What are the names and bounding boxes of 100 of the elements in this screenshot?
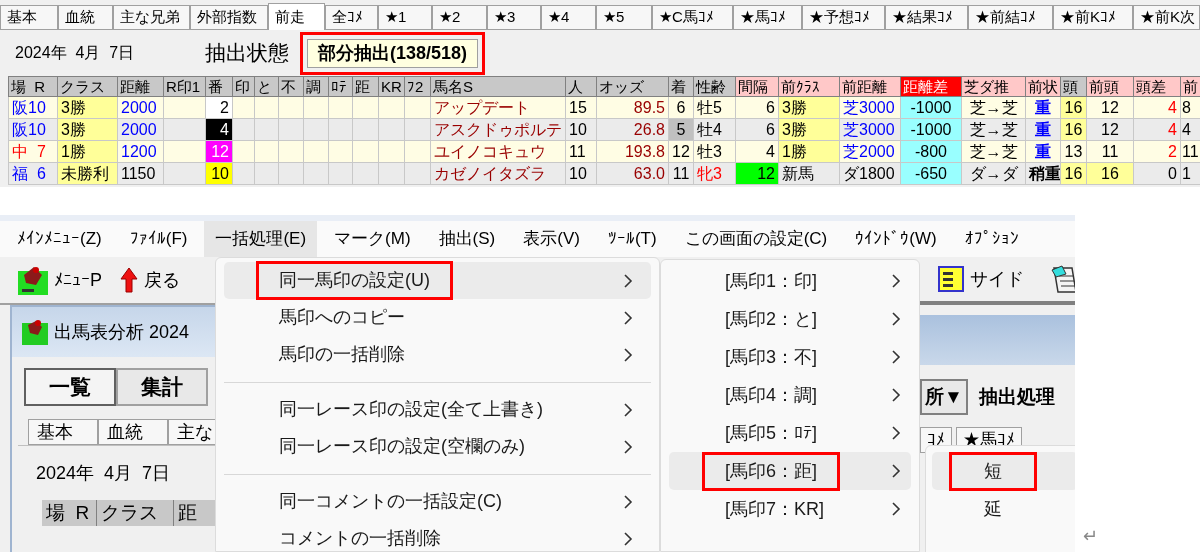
- chevron-icon: [624, 273, 633, 288]
- tab[interactable]: ★C馬ｺﾒ: [652, 5, 733, 30]
- tab[interactable]: ★4: [541, 5, 596, 30]
- column-header: 印: [232, 76, 255, 97]
- tab[interactable]: ★予想ｺﾒ: [802, 5, 885, 30]
- table-cell: 4: [1133, 96, 1181, 119]
- table-cell: 2000: [117, 96, 164, 119]
- tab[interactable]: 主な: [168, 419, 215, 445]
- menu-bar-item[interactable]: 抽出(S): [427, 221, 507, 257]
- menu-item[interactable]: 同一レース印の設定(全て上書き): [224, 391, 651, 428]
- chevron-icon: [892, 388, 901, 402]
- menu-item[interactable]: 馬印へのコピー: [224, 299, 651, 336]
- table-cell: 2: [1133, 140, 1181, 163]
- table-cell: 26.8: [596, 118, 669, 141]
- chevron-icon: [892, 426, 901, 440]
- tab[interactable]: ★5: [596, 5, 652, 30]
- chevron-icon: [624, 310, 633, 325]
- view-button[interactable]: 一覧: [24, 368, 116, 406]
- tab[interactable]: ★3: [487, 5, 541, 30]
- table-cell: 12: [1086, 96, 1134, 119]
- menu-item[interactable]: [馬印7：KR]: [669, 490, 911, 528]
- menu-bar-item[interactable]: この画面の設定(C): [673, 221, 839, 257]
- menu-bar-item[interactable]: 一括処理(E): [204, 221, 318, 257]
- table-cell: 牡5: [693, 96, 736, 119]
- menu-bar-item[interactable]: ｵﾌﾟｼｮﾝ: [953, 221, 1030, 257]
- table-cell: 重: [1025, 140, 1061, 163]
- table-cell: 芝→芝: [961, 96, 1026, 119]
- tab[interactable]: ★2: [432, 5, 487, 30]
- toolbar-button[interactable]: サイド: [938, 265, 1024, 293]
- toolbar-button[interactable]: [1050, 264, 1075, 294]
- column-header: KR: [378, 76, 405, 97]
- menu-item[interactable]: 馬印の一括削除: [224, 336, 651, 373]
- chevron-icon: [892, 350, 901, 364]
- rider-icon: [22, 319, 48, 345]
- column-header: 馬名S: [430, 76, 566, 97]
- column-header: 前状: [1025, 76, 1061, 97]
- chevron-icon: [624, 439, 633, 454]
- tab[interactable]: ★馬ｺﾒ: [733, 5, 802, 30]
- table-cell: 1150: [117, 162, 164, 185]
- tab[interactable]: 血統: [58, 5, 113, 30]
- menu-item[interactable]: [馬印3：不]: [669, 338, 911, 376]
- menu-bar-item[interactable]: ﾂｰﾙ(T): [596, 221, 668, 257]
- date-label: 2024年 4月 7日: [35, 462, 172, 485]
- extraction-status-field: 部分抽出(138/518): [307, 38, 479, 68]
- tab[interactable]: 基本: [0, 5, 58, 30]
- menu-bar-item[interactable]: マーク(M): [323, 221, 422, 257]
- menu-item[interactable]: 同一レース印の設定(空欄のみ): [224, 428, 651, 465]
- column-header: と: [254, 76, 279, 97]
- table-cell: アップデート: [430, 96, 566, 119]
- tab[interactable]: 全ｺﾒ: [325, 5, 378, 30]
- table-cell: 11: [1086, 140, 1134, 163]
- table-cell: 1200: [117, 140, 164, 163]
- table-cell: 6: [735, 118, 779, 141]
- menu-item[interactable]: コメントの一括削除: [224, 520, 651, 551]
- panel-icon: [938, 266, 964, 292]
- table-cell: 牡4: [693, 118, 736, 141]
- tab[interactable]: ★1: [378, 5, 432, 30]
- toolbar-button[interactable]: 戻る: [120, 266, 180, 294]
- view-button[interactable]: 集計: [116, 368, 208, 406]
- toolbar-button[interactable]: 抽出処理: [975, 379, 1058, 415]
- table-cell: 芝2000: [839, 140, 901, 163]
- menu-item[interactable]: 同一コメントの一括設定(C): [224, 483, 651, 520]
- menu-item[interactable]: 短: [932, 452, 1075, 490]
- tab[interactable]: ★前Kｺﾒ: [1053, 5, 1133, 30]
- tab[interactable]: ★前結ｺﾒ: [968, 5, 1053, 30]
- menu-bar-item[interactable]: ﾌｧｲﾙ(F): [118, 221, 199, 257]
- menu-item[interactable]: 延: [932, 490, 1075, 528]
- table-cell: アスクドゥポルテ: [430, 118, 566, 141]
- menu-bar-item[interactable]: ｳｲﾝﾄﾞｳ(W): [844, 221, 948, 257]
- tab[interactable]: 主な兄弟: [113, 5, 190, 30]
- menu-bar-item[interactable]: 表示(V): [512, 221, 591, 257]
- tab[interactable]: 前走: [268, 3, 325, 30]
- table-cell: 4: [1133, 118, 1181, 141]
- table-cell: 芝3000: [839, 118, 901, 141]
- tab[interactable]: 外部指数: [190, 5, 268, 30]
- tab[interactable]: 基本: [28, 419, 98, 445]
- menu-item[interactable]: [馬印5：ﾛﾃ]: [669, 414, 911, 452]
- column-header: 間隔: [735, 76, 779, 97]
- table-cell: ダ→ダ: [961, 162, 1026, 185]
- menu-bar-item[interactable]: ﾒｲﾝﾒﾆｭｰ(Z): [6, 221, 113, 257]
- toolbar-button[interactable]: ﾒﾆｭｰP: [18, 265, 102, 295]
- table-cell: 6: [668, 96, 694, 119]
- extraction-state-label: 抽出状態: [205, 40, 290, 67]
- menu-item[interactable]: [馬印4：調]: [669, 376, 911, 414]
- menu-item[interactable]: [馬印6：距]: [669, 452, 911, 490]
- table-cell: 0: [1133, 162, 1181, 185]
- table-cell: 芝→芝: [961, 118, 1026, 141]
- column-header: 芝ダ推: [961, 76, 1026, 97]
- toolbar-button[interactable]: 所▼: [920, 379, 968, 415]
- column-header: ﾌ2: [404, 76, 431, 97]
- tab[interactable]: 血統: [98, 419, 168, 445]
- menu-item[interactable]: [馬印1：印]: [669, 262, 911, 300]
- table-cell: 12: [1086, 118, 1134, 141]
- column-header: 場 R: [8, 76, 58, 97]
- column-header: 番: [205, 76, 233, 97]
- table-cell: 15: [565, 96, 597, 119]
- menu-item[interactable]: [馬印2：と]: [669, 300, 911, 338]
- menu-item[interactable]: 同一馬印の設定(U): [224, 262, 651, 299]
- tab[interactable]: ★結果ｺﾒ: [885, 5, 968, 30]
- tab[interactable]: ★前K次: [1133, 5, 1200, 30]
